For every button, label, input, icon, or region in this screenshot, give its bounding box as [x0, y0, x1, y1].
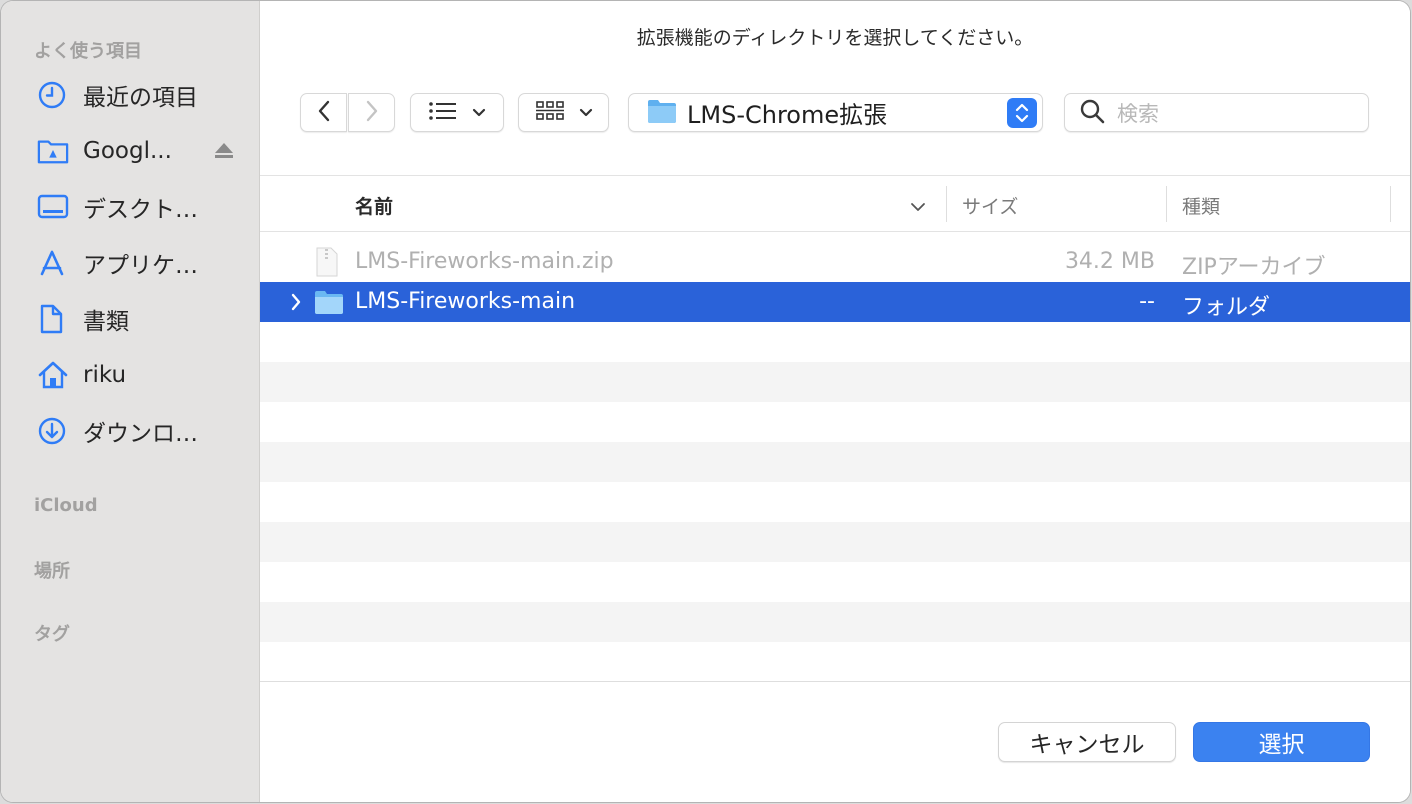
column-divider[interactable]: [1390, 186, 1391, 222]
column-header-kind[interactable]: 種類: [1182, 192, 1220, 219]
sidebar-item-label: 最近の項目: [83, 85, 198, 111]
sidebar-item-home[interactable]: riku: [37, 355, 247, 395]
file-size: 34.2 MB: [1064, 249, 1155, 274]
sidebar-item-label: 書類: [83, 309, 129, 335]
applications-icon: [37, 247, 69, 279]
grid-icon: [535, 100, 565, 126]
home-icon: [37, 359, 69, 391]
sidebar-item-desktop[interactable]: デスクト…: [37, 187, 247, 227]
path-popup[interactable]: LMS-Chrome拡張: [628, 93, 1043, 132]
list-view-button[interactable]: [410, 93, 504, 132]
disclosure-chevron-right-icon[interactable]: [290, 293, 302, 315]
stepper-arrows-icon: [1007, 98, 1037, 132]
empty-row: [260, 442, 1410, 482]
table-row-selected[interactable]: LMS-Fireworks-main -- フォルダ: [260, 282, 1410, 322]
empty-row: [260, 522, 1410, 562]
dialog-title: 拡張機能のディレクトリを選択してください。: [636, 27, 1034, 49]
eject-icon[interactable]: [213, 139, 235, 165]
sidebar-item-downloads[interactable]: ダウンロ…: [37, 411, 247, 451]
chevron-left-icon: [316, 99, 332, 127]
forward-button[interactable]: [348, 93, 395, 132]
select-button[interactable]: 選択: [1193, 722, 1370, 762]
column-header-size[interactable]: サイズ: [962, 192, 1018, 219]
file-name: LMS-Fireworks-main.zip: [355, 249, 614, 274]
sidebar: よく使う項目 最近の項目 Googl... デスクト… アプリケ… 書類 rik…: [1, 1, 260, 802]
sidebar-item-label: デスクト…: [83, 197, 198, 223]
document-icon: [37, 303, 69, 335]
file-kind: フォルダ: [1182, 295, 1271, 320]
sidebar-item-label: アプリケ…: [83, 253, 198, 279]
locations-header[interactable]: 場所: [34, 557, 70, 583]
column-header-name[interactable]: 名前: [355, 192, 393, 219]
folder-icon: [314, 289, 344, 319]
cancel-button[interactable]: キャンセル: [998, 722, 1176, 762]
list-icon: [428, 101, 458, 125]
google-drive-folder-icon: [37, 135, 69, 167]
empty-row: [260, 602, 1410, 642]
table-header: 名前 サイズ 種類: [260, 175, 1410, 232]
search-field[interactable]: 検索: [1064, 93, 1369, 132]
sidebar-item-google-drive[interactable]: Googl...: [37, 131, 247, 171]
favorites-header: よく使う項目: [34, 41, 142, 62]
sidebar-item-label: riku: [83, 362, 127, 388]
main-panel: 拡張機能のディレクトリを選択してください。 LMS-Chrome拡張 検索 名前…: [260, 1, 1410, 802]
path-popup-label: LMS-Chrome拡張: [687, 101, 888, 129]
column-divider[interactable]: [946, 186, 947, 222]
desktop-icon: [37, 191, 69, 223]
folder-icon: [647, 98, 677, 128]
clock-icon: [37, 79, 69, 111]
group-view-button[interactable]: [518, 93, 609, 132]
divider: [260, 681, 1410, 682]
file-name: LMS-Fireworks-main: [355, 289, 576, 314]
search-placeholder: 検索: [1117, 101, 1159, 126]
icloud-header[interactable]: iCloud: [34, 495, 98, 516]
tags-header[interactable]: タグ: [34, 620, 70, 646]
search-icon: [1079, 98, 1105, 128]
file-chooser-dialog: よく使う項目 最近の項目 Googl... デスクト… アプリケ… 書類 rik…: [1, 1, 1410, 802]
back-button[interactable]: [300, 93, 347, 132]
file-size: --: [1139, 289, 1155, 314]
chevron-down-icon: [472, 103, 486, 122]
sidebar-item-documents[interactable]: 書類: [37, 299, 247, 339]
sidebar-item-recents[interactable]: 最近の項目: [37, 75, 247, 115]
download-icon: [37, 415, 69, 447]
sidebar-item-label: ダウンロ…: [83, 421, 198, 447]
sidebar-item-label: Googl...: [83, 138, 172, 164]
sort-chevron-down-icon[interactable]: [910, 198, 926, 217]
table-row[interactable]: LMS-Fireworks-main.zip 34.2 MB ZIPアーカイブ: [260, 242, 1410, 282]
chevron-right-icon: [364, 99, 380, 127]
file-kind: ZIPアーカイブ: [1182, 255, 1326, 280]
zip-file-icon: [315, 247, 339, 281]
empty-row: [260, 362, 1410, 402]
sidebar-item-applications[interactable]: アプリケ…: [37, 243, 247, 283]
column-divider[interactable]: [1166, 186, 1167, 222]
chevron-down-icon: [579, 103, 593, 122]
